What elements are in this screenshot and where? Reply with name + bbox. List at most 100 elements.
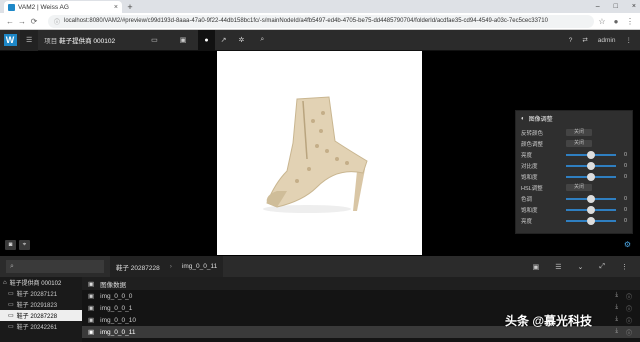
menu-dots-icon[interactable]: ⋮	[624, 17, 636, 26]
url-text: localhost:8080/VAM2/#preview/c99d193d-8a…	[64, 18, 548, 24]
tab-title: VAM2 | Weiss AG	[18, 3, 69, 11]
info-icon: ⓘ	[54, 19, 61, 26]
slider-knob[interactable]	[587, 216, 595, 225]
adjust-value: 0	[623, 195, 627, 202]
home-icon: ⌂	[3, 279, 7, 286]
adjust-label: 亮度	[521, 152, 533, 159]
menu-icon[interactable]: ☰	[20, 29, 39, 51]
adjust-slider[interactable]	[566, 205, 616, 214]
reload-icon[interactable]: ⟳	[28, 17, 40, 26]
adjust-label: 亮度	[521, 218, 533, 225]
breadcrumb-folder[interactable]: 鞋子 20287228	[116, 262, 160, 272]
tree-item[interactable]: ▭ 鞋子 20291823	[0, 299, 82, 310]
adjust-label: 饱和度	[521, 174, 538, 181]
download-icon[interactable]: ⤓	[615, 328, 618, 337]
file-actions: ⤓ ⓘ	[615, 304, 640, 313]
bookmark-star-icon[interactable]: ☆	[596, 17, 608, 26]
maximize-button[interactable]: □	[614, 0, 618, 13]
more-icon[interactable]: ⋮	[621, 263, 628, 271]
slider-knob[interactable]	[587, 161, 595, 170]
tree-item[interactable]: ▭ 鞋子 20287228	[0, 310, 82, 321]
adjust-toggle[interactable]: 关闭	[566, 184, 592, 191]
minimize-button[interactable]: –	[596, 0, 600, 13]
app-header: W ☰ 项目 鞋子提供商 000102 ▭ ▣ ● ↗ ✲ ⌕ ? ⇄ admi…	[0, 29, 640, 51]
user-menu[interactable]: admin	[598, 37, 616, 44]
folder-search-input[interactable]: ⌕	[6, 260, 104, 273]
new-tab-button[interactable]: +	[124, 1, 136, 13]
window-controls: – □ ×	[596, 0, 636, 13]
share-icon[interactable]: ⇄	[582, 36, 587, 44]
info-icon[interactable]: ⓘ	[626, 328, 632, 337]
image-folder-icon: ▣	[88, 280, 95, 288]
search-icon[interactable]: ⌕	[254, 30, 270, 51]
file-name: img_0_0_10	[100, 316, 136, 324]
browser-tab[interactable]: VAM2 | Weiss AG ×	[4, 1, 122, 13]
close-window-button[interactable]: ×	[632, 0, 636, 13]
file-row[interactable]: ▣ img_0_0_0 ⤓ ⓘ	[82, 290, 640, 302]
adjust-slider[interactable]	[566, 161, 616, 170]
info-icon[interactable]: ⓘ	[626, 292, 632, 301]
project-indicator: 项目 鞋子提供商 000102	[44, 38, 116, 45]
image-file-icon: ▣	[88, 317, 95, 324]
slider-knob[interactable]	[587, 194, 595, 203]
slider-knob[interactable]	[587, 150, 595, 159]
help-icon[interactable]: ?	[569, 37, 573, 44]
adjust-slider[interactable]	[566, 172, 616, 181]
download-icon[interactable]: ⤓	[615, 292, 618, 301]
preview-tab-icon[interactable]: ●	[198, 29, 215, 51]
folder-icon: ▭	[8, 302, 14, 308]
adjust-value: 0	[623, 217, 627, 224]
file-list-header: ▣ 图像数据	[82, 277, 640, 290]
image-icon[interactable]: ▣	[174, 30, 193, 51]
adjust-toggle[interactable]: 关闭	[566, 140, 592, 147]
adjust-row: 亮度 0	[521, 149, 627, 160]
adjust-value: 0	[623, 206, 627, 213]
tree-item[interactable]: ▭ 鞋子 20287121	[0, 288, 82, 299]
tree-root[interactable]: ⌂ 鞋子提供商 000102	[0, 277, 82, 288]
external-link-icon[interactable]: ↗	[215, 30, 233, 51]
close-tab-icon[interactable]: ×	[114, 4, 118, 11]
folder-view-icon[interactable]: ▭	[145, 30, 164, 51]
info-icon[interactable]: ⓘ	[626, 316, 632, 325]
adjust-row: 对比度 0	[521, 160, 627, 171]
adjust-label: 颜色调整	[521, 141, 544, 148]
image-file-icon: ▣	[88, 293, 95, 300]
adjust-slider[interactable]	[566, 150, 616, 159]
adjust-row: 饱和度 0	[521, 204, 627, 215]
file-actions: ⤓ ⓘ	[615, 292, 640, 301]
expand-icon[interactable]: ⤢	[599, 263, 605, 271]
preview-image	[217, 51, 422, 255]
viewer-settings-gear-icon[interactable]: ⚙	[622, 240, 633, 250]
slider-knob[interactable]	[587, 205, 595, 214]
app-logo[interactable]: W	[0, 30, 20, 51]
adjust-slider[interactable]	[566, 216, 616, 225]
tree-item-label: 鞋子 20287228	[16, 314, 58, 320]
file-name: img_0_0_0	[100, 292, 133, 300]
location-pin-icon[interactable]: ⌖	[19, 240, 30, 250]
tree-item-label: 鞋子 20242261	[16, 325, 58, 331]
slider-knob[interactable]	[587, 172, 595, 181]
collapse-icon[interactable]: ⌄	[578, 263, 584, 271]
info-icon[interactable]: ⓘ	[626, 304, 632, 313]
image-view-icon[interactable]: ▣	[533, 263, 540, 271]
download-icon[interactable]: ⤓	[615, 304, 618, 313]
file-list: ▣ 图像数据 ▣ img_0_0_0 ⤓ ⓘ ▣ img_0_0_1 ⤓ ⓘ ▣ img_0_0_…	[82, 277, 640, 342]
dropdown-icon[interactable]: ⋮	[626, 36, 633, 44]
download-icon[interactable]: ⤓	[615, 316, 618, 325]
favicon-icon	[8, 3, 15, 11]
gear-icon[interactable]: ✲	[232, 30, 250, 51]
breadcrumb: 鞋子 20287228 › img_0_0_11	[110, 256, 224, 277]
image-adjust-panel: ◐ 图像调整 反转颜色 关闭 颜色调整 关闭 亮度 0 对比度 0 饱和度 0 HSL调整 关闭 色调 0…	[515, 110, 633, 234]
folder-icon: ▭	[8, 324, 14, 330]
breadcrumb-file[interactable]: img_0_0_11	[182, 263, 217, 270]
list-view-icon[interactable]: ☰	[555, 263, 561, 271]
breadcrumb-separator-icon: ›	[169, 263, 172, 270]
forward-icon[interactable]: →	[16, 17, 28, 26]
adjust-slider[interactable]	[566, 194, 616, 203]
url-field[interactable]: ⓘ localhost:8080/VAM2/#preview/c99d193d-…	[48, 14, 594, 28]
adjust-toggle[interactable]: 关闭	[566, 129, 592, 136]
tree-item[interactable]: ▭ 鞋子 20242261	[0, 321, 82, 332]
profile-icon[interactable]: ●	[610, 17, 622, 26]
camera-icon[interactable]: ◙	[5, 240, 16, 250]
back-icon[interactable]: ←	[4, 17, 16, 26]
